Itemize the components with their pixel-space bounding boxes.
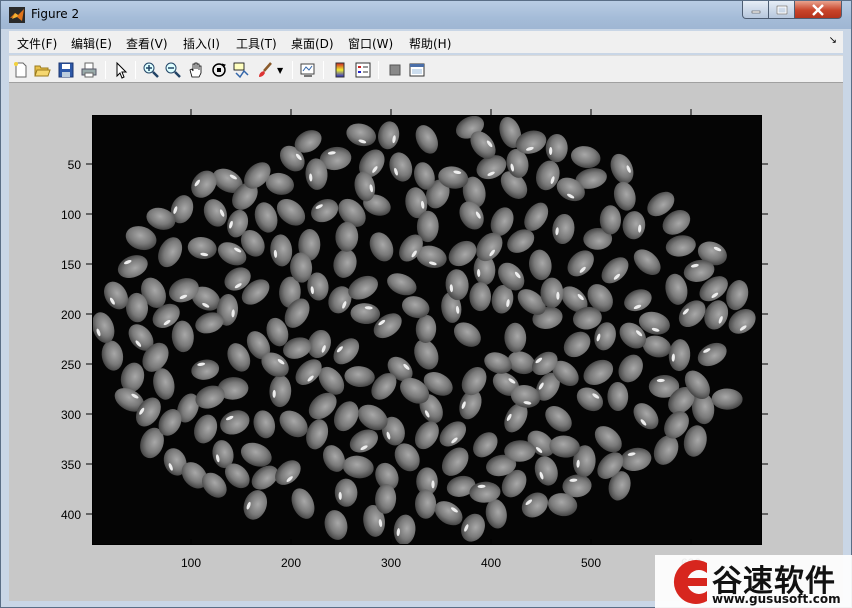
menu-desktop[interactable]: 桌面(D) xyxy=(291,35,334,52)
x-tick-label: 400 xyxy=(480,556,502,570)
menu-insert[interactable]: 插入(I) xyxy=(183,35,220,52)
window-title: Figure 2 xyxy=(31,7,80,21)
menu-help[interactable]: 帮助(H) xyxy=(409,35,451,52)
toolbar-separator xyxy=(135,61,136,79)
new-figure-icon[interactable] xyxy=(12,61,30,79)
data-cursor-icon[interactable] xyxy=(232,61,250,79)
y-tick-label: 200 xyxy=(60,308,81,322)
y-tick-label: 350 xyxy=(60,458,81,472)
menu-bar: 文件(F) 编辑(E) 查看(V) 插入(I) 工具(T) 桌面(D) 窗口(W… xyxy=(9,31,843,53)
legend-icon[interactable] xyxy=(354,61,372,79)
y-tick-label: 300 xyxy=(60,408,81,422)
save-icon[interactable] xyxy=(57,61,75,79)
maximize-button[interactable] xyxy=(768,1,795,19)
close-button[interactable] xyxy=(794,1,842,19)
figure-toolbar: ▼ xyxy=(9,55,843,83)
menu-tools[interactable]: 工具(T) xyxy=(236,35,277,52)
colorbar-icon[interactable] xyxy=(331,61,349,79)
menu-window[interactable]: 窗口(W) xyxy=(348,35,393,52)
maximize-icon xyxy=(776,5,787,14)
zoom-out-icon[interactable] xyxy=(164,61,182,79)
y-tick-label: 400 xyxy=(60,508,81,522)
toolbar-separator xyxy=(292,61,293,79)
y-tick-label: 50 xyxy=(67,158,81,172)
menu-overflow-icon[interactable]: ↘ xyxy=(829,35,837,46)
y-tick-label: 100 xyxy=(60,208,81,222)
watermark-url: www.gususoft.com xyxy=(712,592,841,606)
matlab-logo-icon xyxy=(9,7,25,23)
minimize-icon xyxy=(751,10,760,13)
minimize-button[interactable] xyxy=(742,1,769,19)
figure-window: Figure 2 文件(F) 编辑(E) 查看(V) 插入(I) 工具(T) 桌… xyxy=(0,0,852,608)
y-tick-label: 150 xyxy=(60,258,81,272)
rotate-3d-icon[interactable] xyxy=(210,61,228,79)
hide-plot-tools-icon[interactable] xyxy=(386,61,404,79)
zoom-in-icon[interactable] xyxy=(142,61,160,79)
show-plot-tools-icon[interactable] xyxy=(408,61,426,79)
title-bar[interactable]: Figure 2 xyxy=(1,1,851,29)
x-tick-label: 300 xyxy=(380,556,402,570)
edit-plot-arrow-icon[interactable] xyxy=(112,61,130,79)
y-tick-label: 250 xyxy=(60,358,81,372)
close-icon xyxy=(812,3,824,16)
print-icon[interactable] xyxy=(80,61,98,79)
x-tick-label: 200 xyxy=(280,556,302,570)
menu-edit[interactable]: 编辑(E) xyxy=(71,35,112,52)
open-file-icon[interactable] xyxy=(33,61,51,79)
y-tick-marks xyxy=(86,163,768,515)
x-tick-label: 500 xyxy=(580,556,602,570)
toolbar-separator xyxy=(323,61,324,79)
link-plot-icon[interactable] xyxy=(299,61,317,79)
toolbar-separator xyxy=(378,61,379,79)
toolbar-separator xyxy=(105,61,106,79)
pan-hand-icon[interactable] xyxy=(187,61,205,79)
x-tick-label: 100 xyxy=(180,556,202,570)
brush-icon[interactable] xyxy=(256,61,274,79)
menu-view[interactable]: 查看(V) xyxy=(126,35,168,52)
menu-file[interactable]: 文件(F) xyxy=(17,35,57,52)
